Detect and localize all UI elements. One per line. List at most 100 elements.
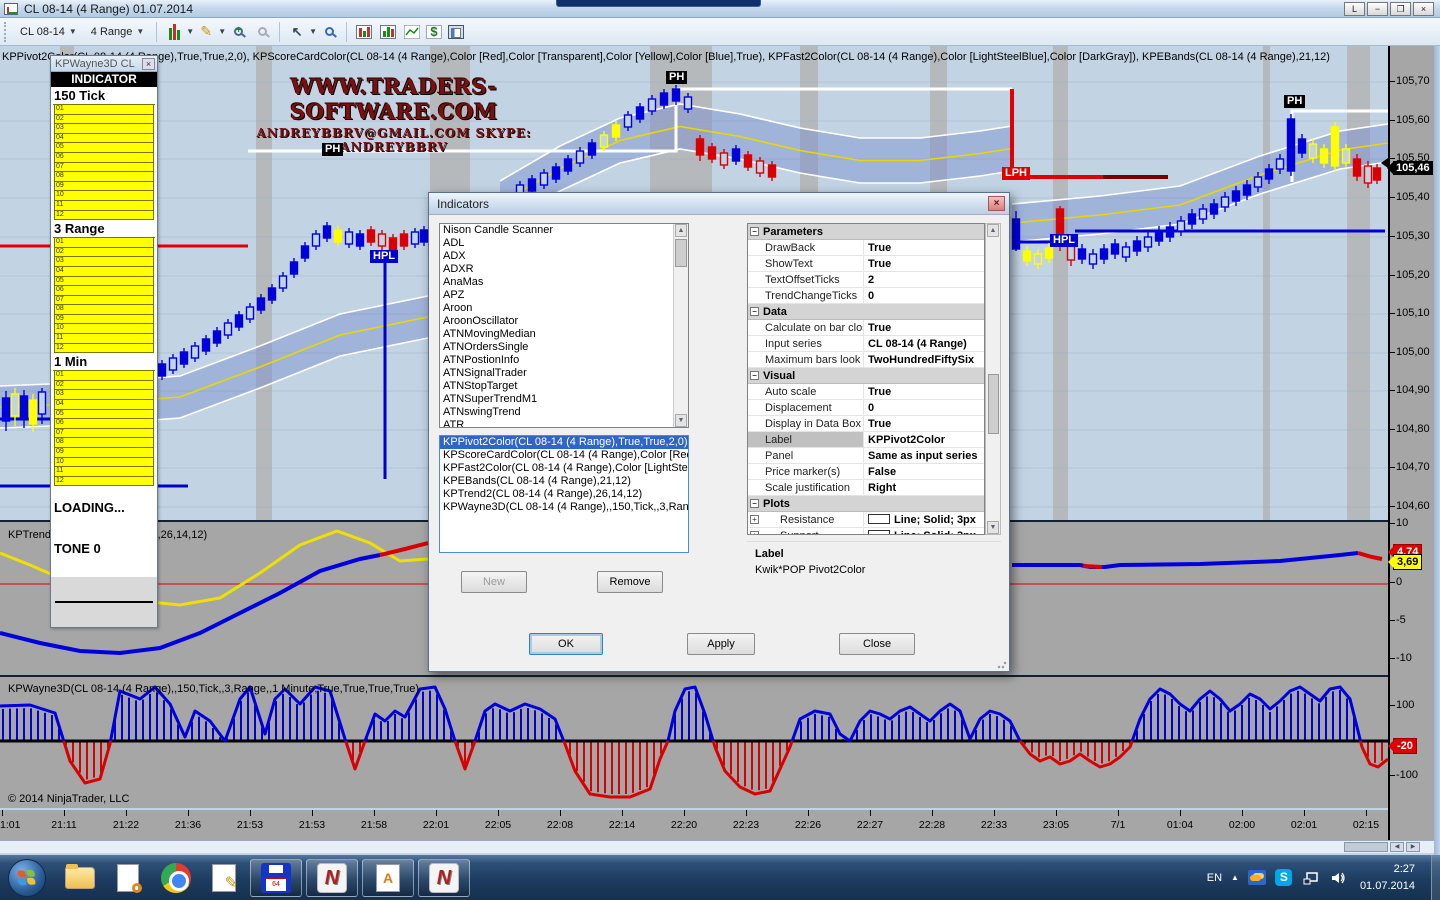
magnifier-icon[interactable] [319,22,339,42]
search-taskbar-icon[interactable] [111,861,145,895]
new-button[interactable]: New [461,571,527,593]
available-indicator-item[interactable]: ATNSuperTrendM1 [440,393,688,406]
selected-indicator-item[interactable]: KPEBands(CL 08-14 (4 Range),21,12) [440,475,688,488]
resize-grip[interactable] [997,659,1007,669]
panel-separator[interactable] [0,675,1388,677]
expand-icon[interactable]: + [750,515,759,524]
available-indicator-item[interactable]: ADXR [440,263,688,276]
scroll-left-arrow[interactable]: ◀ [1390,842,1404,852]
selected-indicator-item[interactable]: KPTrend2(CL 08-14 (4 Range),26,14,12) [440,488,688,501]
chevron-down-icon[interactable]: ▼ [309,27,317,36]
available-list-scrollbar[interactable]: ▲ ▼ [673,224,688,427]
selected-indicator-item[interactable]: KPFast2Color(CL 08-14 (4 Range),Color [L… [440,462,688,475]
available-indicator-item[interactable]: ATR [440,419,688,428]
zoom-out-icon[interactable] [252,22,272,42]
chart-style-icon[interactable] [164,22,184,42]
start-button[interactable] [8,859,46,897]
scrollbar-thumb[interactable] [988,374,999,434]
dialog-close-icon[interactable]: × [988,196,1005,211]
available-indicator-item[interactable]: ATNswingTrend [440,406,688,419]
property-row[interactable]: PanelSame as input series [748,448,984,464]
property-row[interactable]: TextOffsetTicks2 [748,272,984,288]
chart-analyzer-icon[interactable] [378,22,398,42]
dialog-close-button[interactable]: Close [839,633,915,655]
collapse-icon[interactable]: − [750,371,759,380]
chrome-taskbar-icon[interactable] [159,861,193,895]
property-row[interactable]: Displacement0 [748,400,984,416]
ok-button[interactable]: OK [529,633,603,655]
expand-icon[interactable]: + [750,531,759,535]
remove-button[interactable]: Remove [597,571,663,593]
property-row[interactable]: +SupportLine; Solid; 3px [748,528,984,535]
toolbar-grip[interactable] [4,22,9,42]
dollar-icon[interactable]: $ [426,25,442,39]
property-row[interactable]: +ResistanceLine; Solid; 3px [748,512,984,528]
available-indicator-item[interactable]: ADX [440,250,688,263]
property-row[interactable]: Calculate on bar closeTrue [748,320,984,336]
property-row[interactable]: DrawBackTrue [748,240,984,256]
data-box-icon[interactable] [354,22,374,42]
property-row[interactable]: LabelKPPivot2Color [748,432,984,448]
close-button[interactable]: × [1413,2,1434,16]
selected-indicator-item[interactable]: KPWayne3D(CL 08-14 (4 Range),,150,Tick,,… [440,501,688,514]
available-indicator-item[interactable]: ATNSignalTrader [440,367,688,380]
zoom-in-icon[interactable] [228,22,248,42]
property-section-parameters[interactable]: −Parameters [748,224,984,240]
property-row[interactable]: Scale justificationRight [748,480,984,496]
selected-indicator-item[interactable]: KPScoreCardColor(CL 08-14 (4 Range),Colo… [440,449,688,462]
kpwayne3d-panel-titlebar[interactable]: KPWayne3D CL × [51,56,157,72]
selected-indicator-item[interactable]: KPPivot2Color(CL 08-14 (4 Range),True,Tr… [440,436,688,449]
link-button[interactable]: L [1344,2,1365,16]
period-dropdown[interactable]: 4 Range▼ [84,23,152,41]
properties-grid[interactable]: −ParametersDrawBackTrueShowTextTrueTextO… [747,223,985,535]
properties-scrollbar[interactable]: ▲ ▼ [985,223,1001,535]
cursor-tool-icon[interactable]: ↖ [287,22,307,42]
property-row[interactable]: ShowTextTrue [748,256,984,272]
dialog-titlebar[interactable]: Indicators × [429,193,1009,215]
weather-tray-icon[interactable] [1248,870,1266,886]
floppy-app-button[interactable] [250,859,302,897]
property-row[interactable]: Auto scaleTrue [748,384,984,400]
property-row[interactable]: Price marker(s)False [748,464,984,480]
property-row[interactable]: TrendChangeTicks0 [748,288,984,304]
available-indicator-item[interactable]: AnaMas [440,276,688,289]
chevron-down-icon[interactable]: ▼ [186,27,194,36]
scroll-down-icon[interactable]: ▼ [675,414,687,427]
minimize-button[interactable]: − [1367,2,1388,16]
available-indicators-list[interactable]: Nison Candle ScannerADLADXADXRAnaMasAPZA… [439,223,689,428]
volume-tray-icon[interactable] [1329,870,1347,886]
available-indicator-item[interactable]: Aroon [440,302,688,315]
ninjatrader-app-button[interactable]: N [306,859,358,897]
maximize-button[interactable]: ❐ [1390,2,1411,16]
document-app-button[interactable]: A [362,859,414,897]
selected-indicators-list[interactable]: KPPivot2Color(CL 08-14 (4 Range),True,Tr… [439,435,689,553]
property-row[interactable]: Display in Data BoxTrue [748,416,984,432]
collapse-icon[interactable]: − [750,227,759,236]
collapse-icon[interactable]: − [750,307,759,316]
drawing-tools-icon[interactable]: ✎ [196,22,216,42]
notepad-taskbar-icon[interactable] [207,861,241,895]
property-section-plots[interactable]: −Plots [748,496,984,512]
available-indicator-item[interactable]: AroonOscillator [440,315,688,328]
explorer-taskbar-icon[interactable] [63,861,97,895]
instrument-dropdown[interactable]: CL 08-14▼ [13,23,84,41]
horizontal-scrollbar[interactable]: ◀ ▶ [0,840,1434,853]
available-indicator-item[interactable]: ADL [440,237,688,250]
line-chart-icon[interactable] [402,22,422,42]
scrollbar-thumb[interactable] [675,239,687,267]
collapse-icon[interactable]: − [750,499,759,508]
property-row[interactable]: Input seriesCL 08-14 (4 Range) [748,336,984,352]
available-indicator-item[interactable]: ATNPostionInfo [440,354,688,367]
clock[interactable]: 2:27 01.07.2014 [1356,861,1425,894]
property-row[interactable]: Maximum bars look backTwoHundredFiftySix [748,352,984,368]
apply-button[interactable]: Apply [687,633,755,655]
property-section-data[interactable]: −Data [748,304,984,320]
chevron-down-icon[interactable]: ▼ [218,27,226,36]
network-tray-icon[interactable] [1302,870,1320,886]
show-desktop-button[interactable] [1431,855,1440,900]
available-indicator-item[interactable]: ATNMovingMedian [440,328,688,341]
property-section-visual[interactable]: −Visual [748,368,984,384]
scroll-up-icon[interactable]: ▲ [987,224,999,237]
scroll-right-arrow[interactable]: ▶ [1406,842,1420,852]
available-indicator-item[interactable]: ATNStopTarget [440,380,688,393]
